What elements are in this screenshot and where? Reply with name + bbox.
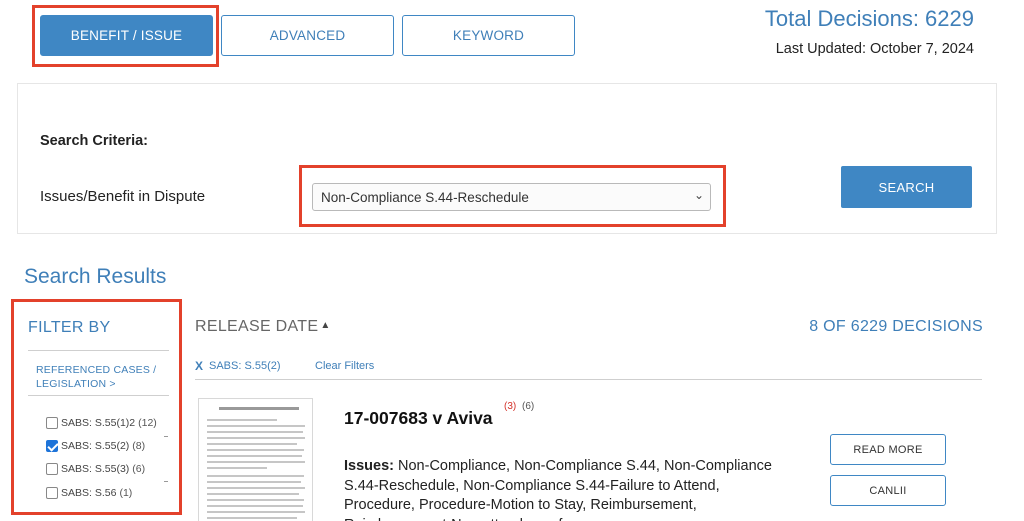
sort-release-date[interactable]: RELEASE DATE ▲ bbox=[195, 318, 331, 336]
remove-filter-icon[interactable]: X bbox=[195, 359, 203, 373]
clear-filters-link[interactable]: Clear Filters bbox=[315, 360, 374, 372]
citations-count-red: (3) bbox=[504, 401, 517, 412]
highlight-box-select bbox=[299, 165, 726, 227]
issues-text: Non-Compliance, Non-Compliance S.44, Non… bbox=[344, 458, 772, 521]
highlight-box-tab bbox=[32, 5, 219, 67]
search-results-title: Search Results bbox=[24, 265, 167, 288]
caret-up-icon: ▲ bbox=[320, 320, 331, 331]
active-filter-chip[interactable]: SABS: S.55(2) bbox=[209, 360, 281, 372]
decision-issues: Issues: Non-Compliance, Non-Compliance S… bbox=[344, 457, 784, 521]
search-button[interactable]: SEARCH bbox=[841, 166, 972, 208]
canlii-button[interactable]: CANLII bbox=[830, 475, 946, 506]
search-criteria-title: Search Criteria: bbox=[40, 133, 148, 149]
citations-count: (6) bbox=[522, 401, 535, 412]
highlight-box-filter bbox=[11, 299, 182, 515]
divider bbox=[195, 379, 982, 380]
sort-label: RELEASE DATE bbox=[195, 318, 319, 335]
issues-label: Issues: bbox=[344, 458, 394, 474]
last-updated: Last Updated: October 7, 2024 bbox=[775, 41, 974, 57]
total-decisions: Total Decisions: 6229 bbox=[764, 6, 974, 31]
tab-keyword[interactable]: KEYWORD bbox=[402, 15, 575, 56]
issue-dispute-label: Issues/Benefit in Dispute bbox=[40, 188, 206, 205]
decision-thumbnail[interactable] bbox=[198, 398, 313, 521]
decisions-count: 8 OF 6229 DECISIONS bbox=[809, 318, 983, 335]
tab-advanced[interactable]: ADVANCED bbox=[221, 15, 394, 56]
decision-title-link[interactable]: 17-007683 v Aviva bbox=[344, 408, 493, 429]
read-more-button[interactable]: READ MORE bbox=[830, 434, 946, 465]
